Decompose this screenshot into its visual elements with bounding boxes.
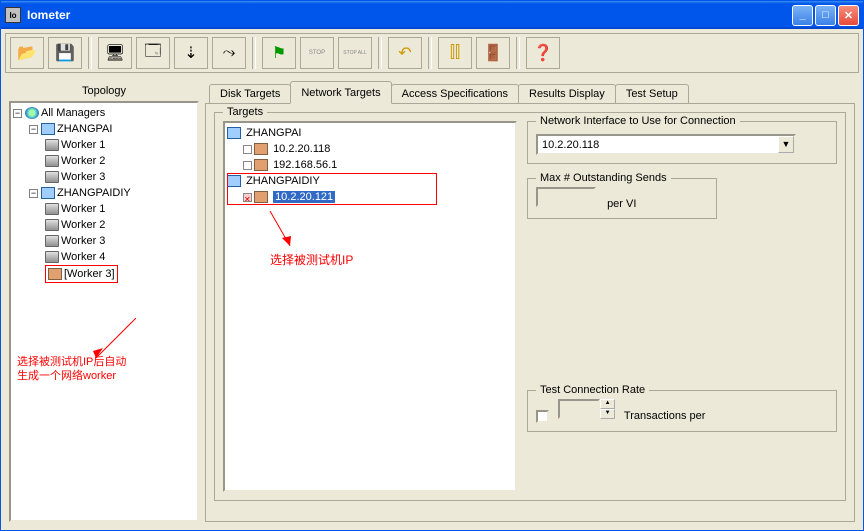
start-button[interactable]: ⚑ bbox=[262, 37, 296, 69]
duplicate-worker-button[interactable]: ⇣ bbox=[174, 37, 208, 69]
pc-icon bbox=[41, 123, 55, 135]
net-icon bbox=[48, 268, 62, 280]
minimize-button[interactable]: _ bbox=[792, 5, 813, 26]
checkbox-icon[interactable] bbox=[243, 161, 252, 170]
netiface-value: 10.2.20.118 bbox=[538, 139, 778, 151]
topology-tree[interactable]: −All Managers −ZHANGPAI Worker 1 Worker … bbox=[9, 101, 199, 522]
tree-worker[interactable]: Worker 4 bbox=[61, 251, 105, 263]
collapse-icon[interactable]: − bbox=[13, 109, 22, 118]
close-button[interactable]: ✕ bbox=[838, 5, 859, 26]
tab-disk-targets[interactable]: Disk Targets bbox=[209, 84, 291, 103]
app-icon: Io bbox=[5, 7, 21, 23]
titlebar[interactable]: Io Iometer _ □ ✕ bbox=[1, 1, 863, 29]
netiface-legend: Network Interface to Use for Connection bbox=[536, 115, 740, 127]
app-window: Io Iometer _ □ ✕ 📂 💾 🖥 🗔 ⇣ ⤳ ⚑ STOP STOP… bbox=[0, 0, 864, 531]
maxsends-label: per VI bbox=[607, 198, 636, 210]
targets-tree[interactable]: ZHANGPAI 10.2.20.118 192.168.56.1 ZHANGP… bbox=[223, 121, 517, 492]
tree-host[interactable]: ZHANGPAI bbox=[57, 123, 112, 135]
tab-access-specs[interactable]: Access Specifications bbox=[391, 84, 519, 103]
spread-button[interactable]: ⤳ bbox=[212, 37, 246, 69]
tab-test-setup[interactable]: Test Setup bbox=[615, 84, 689, 103]
exit-button[interactable]: 🚪 bbox=[476, 37, 510, 69]
net-icon bbox=[254, 143, 268, 155]
topology-header: Topology bbox=[9, 81, 199, 101]
disk-icon bbox=[45, 139, 59, 151]
collapse-icon[interactable]: − bbox=[29, 189, 38, 198]
maxsends-legend: Max # Outstanding Sends bbox=[536, 172, 671, 184]
maximize-button[interactable]: □ bbox=[815, 5, 836, 26]
testrate-fieldset: Test Connection Rate ▲▼ Transactions per bbox=[527, 390, 837, 432]
target-ip[interactable]: 10.2.20.118 bbox=[273, 143, 330, 155]
tab-network-targets[interactable]: Network Targets bbox=[290, 81, 391, 104]
spin-down-icon[interactable]: ▼ bbox=[600, 409, 615, 419]
testrate-field[interactable] bbox=[558, 399, 600, 419]
help-button[interactable]: ❓ bbox=[526, 37, 560, 69]
globe-icon bbox=[25, 107, 39, 119]
topology-panel: Topology −All Managers −ZHANGPAI Worker … bbox=[9, 81, 199, 522]
open-button[interactable]: 📂 bbox=[10, 37, 44, 69]
disk-icon bbox=[45, 251, 59, 263]
main-panel: Disk Targets Network Targets Access Spec… bbox=[205, 81, 855, 522]
save-button[interactable]: 💾 bbox=[48, 37, 82, 69]
target-host[interactable]: ZHANGPAI bbox=[246, 127, 301, 139]
tab-bar: Disk Targets Network Targets Access Spec… bbox=[209, 81, 855, 103]
annotation-text: 选择被测试机IP后自动 生成一个网络worker bbox=[17, 355, 126, 383]
pc-icon bbox=[41, 187, 55, 199]
collapse-icon[interactable]: − bbox=[29, 125, 38, 134]
tab-results-display[interactable]: Results Display bbox=[518, 84, 616, 103]
new-worker-button[interactable]: 🗔 bbox=[136, 37, 170, 69]
disk-icon bbox=[45, 219, 59, 231]
reset-button[interactable]: ↶ bbox=[388, 37, 422, 69]
checkbox-icon[interactable] bbox=[243, 145, 252, 154]
tree-worker[interactable]: Worker 3 bbox=[61, 235, 105, 247]
toolbar: 📂 💾 🖥 🗔 ⇣ ⤳ ⚑ STOP STOP ALL ↶ ⫿⫿ 🚪 ❓ bbox=[5, 33, 859, 73]
window-title: Iometer bbox=[27, 8, 792, 22]
testrate-label: Transactions per bbox=[624, 410, 706, 422]
stop-all-button[interactable]: STOP ALL bbox=[338, 37, 372, 69]
disk-icon bbox=[45, 235, 59, 247]
tree-host[interactable]: ZHANGPAIDIY bbox=[57, 187, 131, 199]
disk-icon bbox=[45, 203, 59, 215]
tree-worker[interactable]: Worker 3 bbox=[61, 171, 105, 183]
tab-pane: Targets ZHANGPAI 10.2.20.118 192.168.56.… bbox=[205, 103, 855, 522]
spin-up-icon[interactable]: ▲ bbox=[600, 399, 615, 409]
tree-worker[interactable]: Worker 2 bbox=[61, 155, 105, 167]
testrate-spinner[interactable]: ▲▼ bbox=[558, 399, 615, 419]
tree-worker[interactable]: Worker 2 bbox=[61, 219, 105, 231]
tree-worker[interactable]: Worker 1 bbox=[61, 139, 105, 151]
netiface-fieldset: Network Interface to Use for Connection … bbox=[527, 121, 837, 164]
net-icon bbox=[254, 159, 268, 171]
annotation-arrow bbox=[265, 211, 295, 251]
new-manager-button[interactable]: 🖥 bbox=[98, 37, 132, 69]
testrate-legend: Test Connection Rate bbox=[536, 384, 649, 396]
targets-legend: Targets bbox=[223, 106, 267, 118]
testrate-checkbox[interactable] bbox=[536, 410, 549, 423]
annotation-box bbox=[227, 173, 437, 205]
netiface-combo[interactable]: 10.2.20.118 ▼ bbox=[536, 134, 796, 155]
tree-root[interactable]: All Managers bbox=[41, 107, 105, 119]
maxsends-value bbox=[536, 187, 596, 207]
stop-button[interactable]: STOP bbox=[300, 37, 334, 69]
disk-icon bbox=[45, 171, 59, 183]
pipes-button[interactable]: ⫿⫿ bbox=[438, 37, 472, 69]
maxsends-fieldset: Max # Outstanding Sends per VI bbox=[527, 178, 717, 219]
tree-worker-netauto[interactable]: [Worker 3] bbox=[64, 268, 115, 280]
tree-worker[interactable]: Worker 1 bbox=[61, 203, 105, 215]
disk-icon bbox=[45, 155, 59, 167]
target-ip[interactable]: 192.168.56.1 bbox=[273, 159, 337, 171]
targets-fieldset: Targets ZHANGPAI 10.2.20.118 192.168.56.… bbox=[214, 112, 846, 501]
pc-icon bbox=[227, 127, 241, 139]
annotation-text: 选择被测试机IP bbox=[270, 251, 353, 268]
dropdown-icon[interactable]: ▼ bbox=[778, 136, 794, 153]
